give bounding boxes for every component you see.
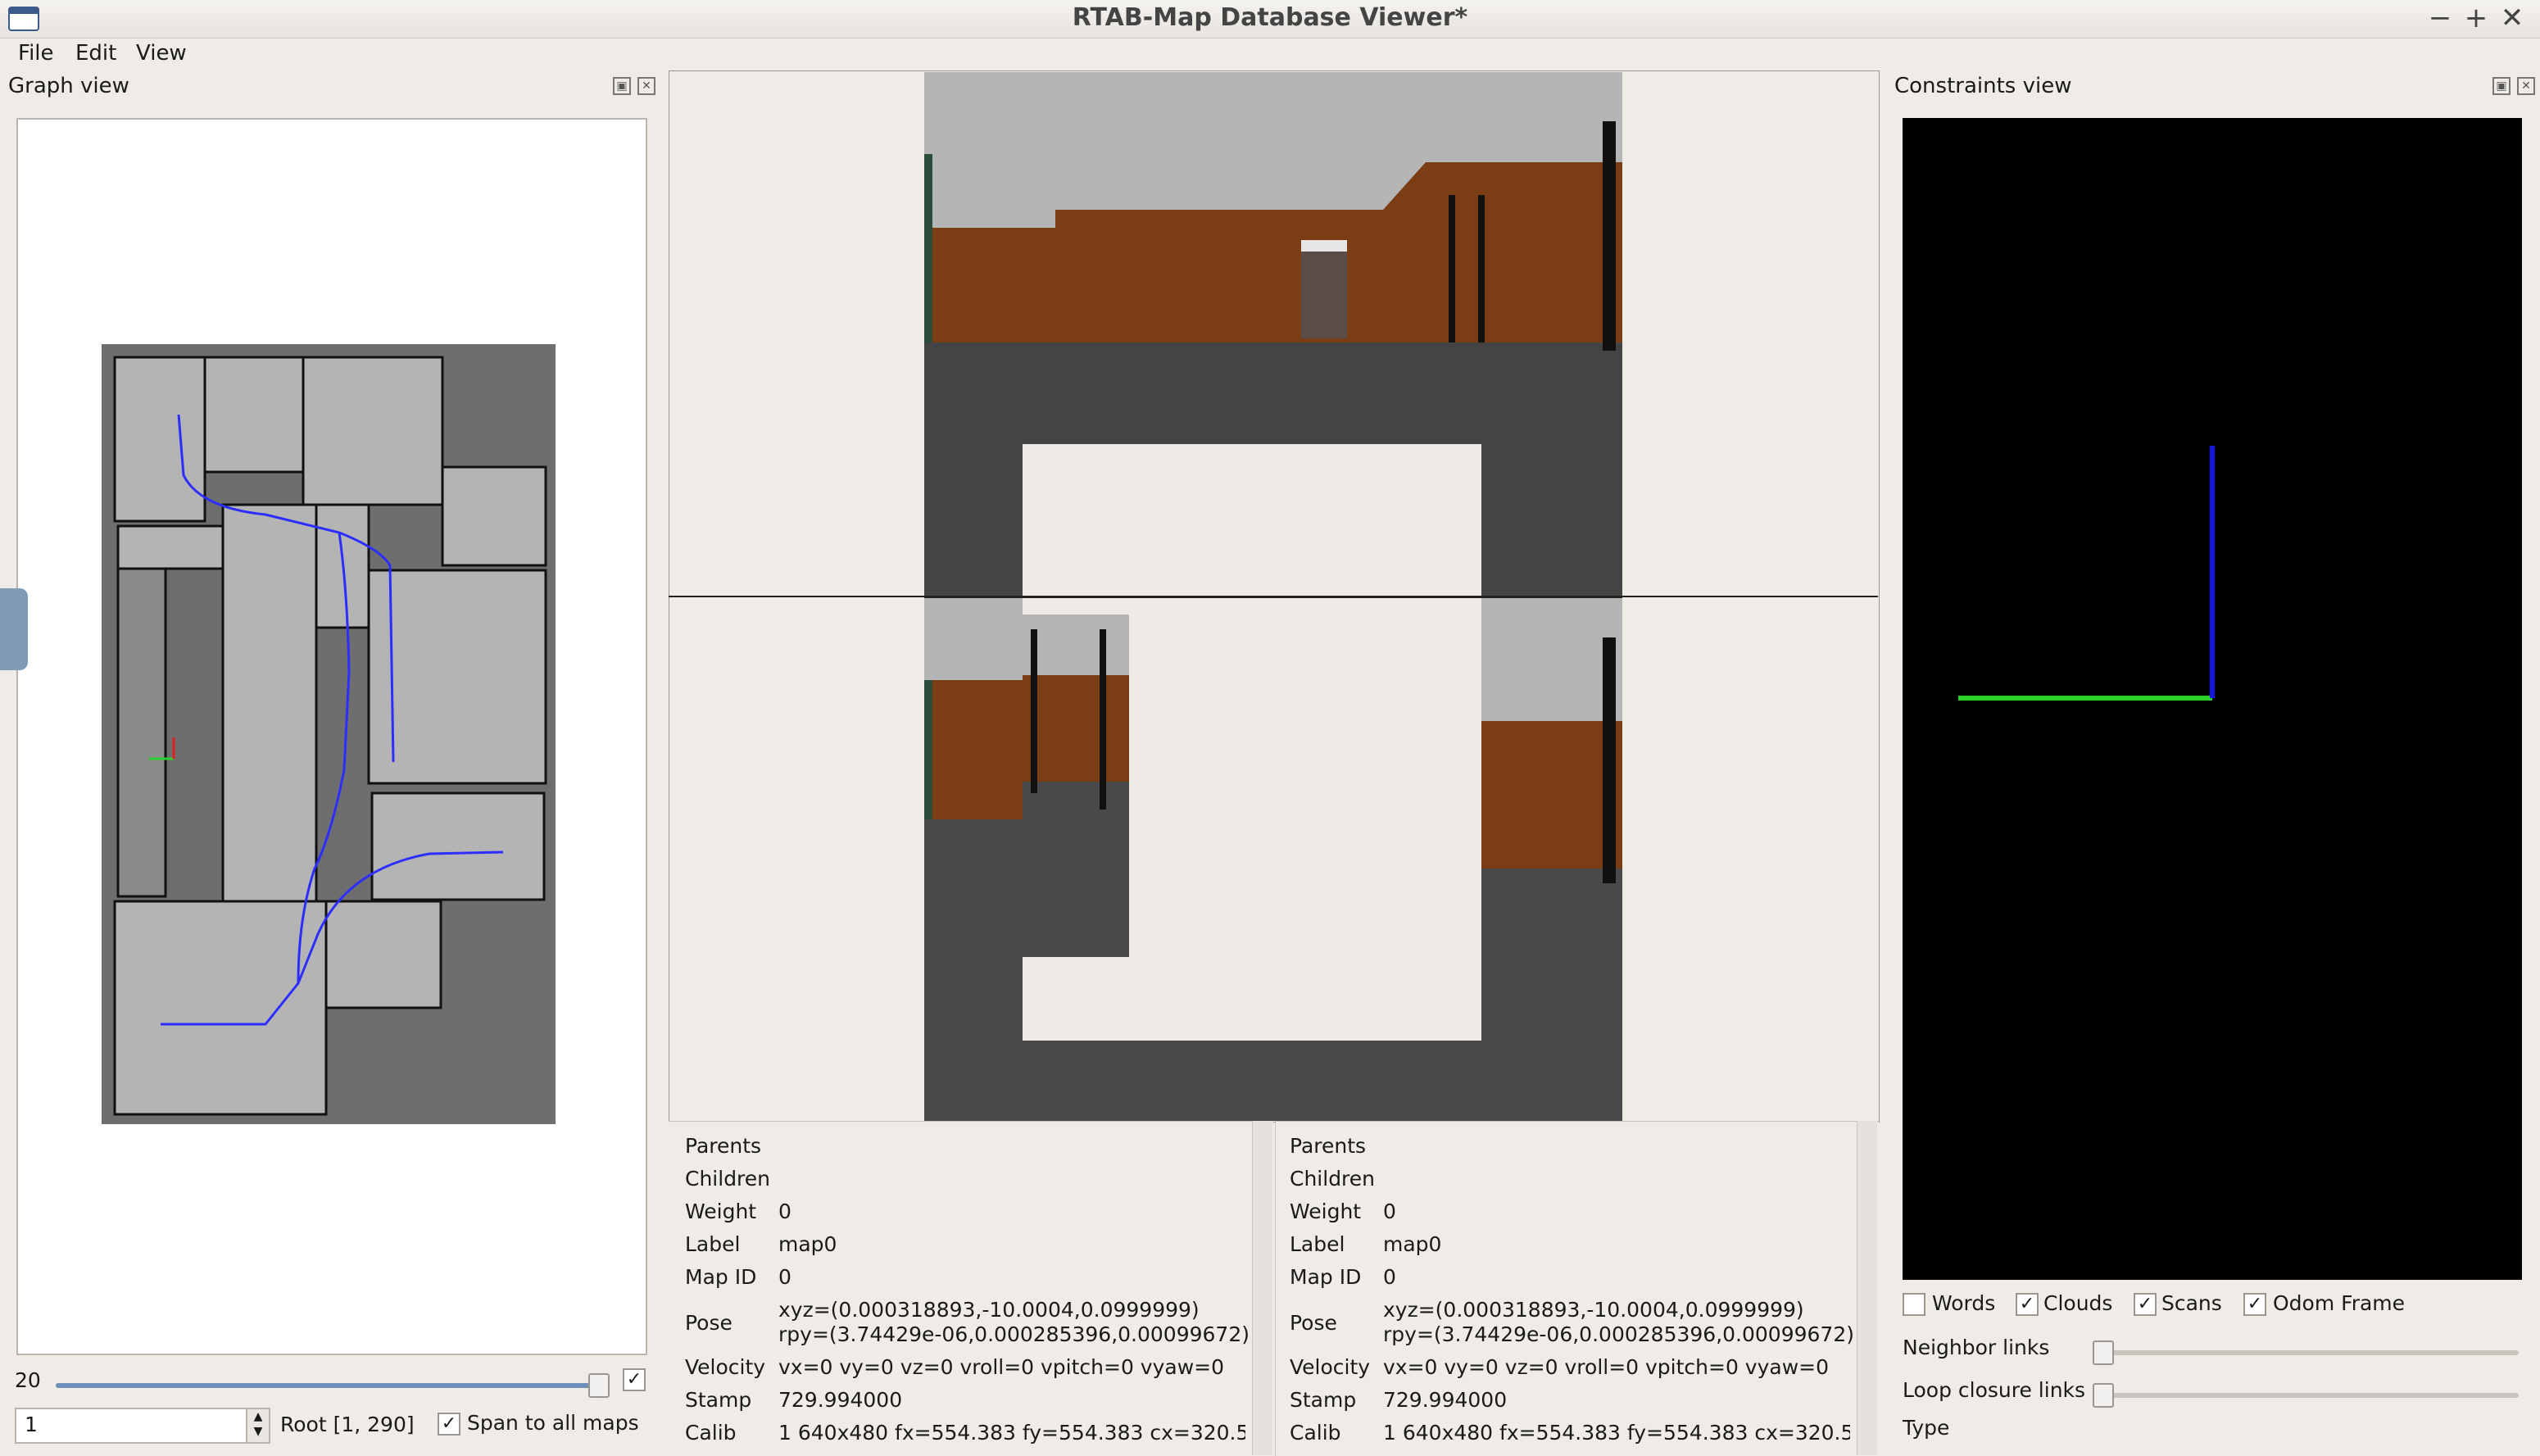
root-label: Root [1, 290]: [280, 1413, 415, 1436]
mapid-value: 0: [778, 1265, 791, 1289]
slider-value: 20: [15, 1368, 41, 1392]
velocity-value: vx=0 vy=0 vz=0 vroll=0 vpitch=0 vyaw=0: [1383, 1355, 1830, 1379]
weight-value: 0: [778, 1200, 791, 1223]
constraints-view-title: Constraints view: [1894, 74, 2072, 98]
menu-view[interactable]: View: [136, 41, 187, 66]
graph-slider-handle[interactable]: [588, 1373, 610, 1398]
calib-value: 1 640x480 fx=554.383 fy=554.383 cx=320.5…: [1383, 1421, 1850, 1445]
spin-arrows-icon[interactable]: ▲ ▼: [246, 1408, 270, 1444]
mapid-value: 0: [1383, 1265, 1396, 1289]
pose-xyz: xyz=(0.000318893,-10.0004,0.0999999): [1383, 1298, 1804, 1322]
constraints-view[interactable]: [1903, 118, 2522, 1280]
label-label: Label: [1290, 1232, 1345, 1256]
info-left-scrollbar[interactable]: [1252, 1121, 1272, 1455]
scans-checkbox[interactable]: ✓: [2134, 1293, 2157, 1316]
clouds-checkbox[interactable]: ✓: [2016, 1293, 2039, 1316]
odom-frame-label: Odom Frame: [2273, 1291, 2406, 1315]
occupancy-map: [102, 344, 556, 1124]
calib-value: 1 640x480 fx=554.383 fy=554.383 cx=320.5…: [778, 1421, 1245, 1445]
graph-view-title: Graph view: [8, 74, 129, 98]
label-value: map0: [778, 1232, 837, 1256]
type-label: Type: [1903, 1416, 1950, 1440]
calib-label: Calib: [1290, 1421, 1341, 1445]
loop-closure-links-label: Loop closure links: [1903, 1378, 2086, 1402]
pose-label: Pose: [685, 1311, 733, 1335]
weight-label: Weight: [1290, 1200, 1362, 1223]
odom-frame-checkbox[interactable]: ✓: [2243, 1293, 2266, 1316]
minimize-icon[interactable]: −: [2424, 2, 2456, 34]
stamp-label: Stamp: [1290, 1388, 1357, 1412]
node-id-spinbox[interactable]: 1: [15, 1408, 256, 1444]
velocity-value: vx=0 vy=0 vz=0 vroll=0 vpitch=0 vyaw=0: [778, 1355, 1225, 1379]
pose-rpy: rpy=(3.74429e-06,0.000285396,0.00099672): [778, 1322, 1250, 1346]
node-id-value: 1: [25, 1413, 38, 1436]
span-checkbox[interactable]: ✓: [438, 1413, 460, 1436]
menu-bar: [0, 38, 2540, 70]
stamp-value: 729.994000: [1383, 1388, 1508, 1412]
calib-label: Calib: [685, 1421, 737, 1445]
graph-checkbox[interactable]: ✓: [623, 1368, 646, 1391]
label-value: map0: [1383, 1232, 1442, 1256]
maximize-icon[interactable]: +: [2460, 2, 2492, 34]
info-right-scrollbar[interactable]: [1857, 1121, 1877, 1455]
span-label: Span to all maps: [467, 1411, 639, 1435]
graph-slider[interactable]: [56, 1383, 596, 1388]
side-panel-handle[interactable]: [0, 588, 28, 670]
float-icon[interactable]: ▣: [613, 77, 631, 95]
scans-label: Scans: [2161, 1291, 2222, 1315]
velocity-label: Velocity: [685, 1355, 766, 1379]
menu-edit[interactable]: Edit: [75, 41, 116, 66]
clouds-label: Clouds: [2043, 1291, 2113, 1315]
children-label: Children: [685, 1167, 771, 1191]
label-label: Label: [685, 1232, 741, 1256]
loop-closure-links-slider[interactable]: [2098, 1393, 2519, 1398]
children-label: Children: [1290, 1167, 1376, 1191]
stamp-value: 729.994000: [778, 1388, 903, 1412]
view-divider: [669, 596, 1878, 597]
close-icon[interactable]: ✕: [2496, 2, 2529, 34]
weight-label: Weight: [685, 1200, 757, 1223]
parents-label: Parents: [685, 1134, 762, 1158]
close-dock-icon[interactable]: ✕: [2517, 77, 2535, 95]
window-title: RTAB-Map Database Viewer*: [1072, 3, 1468, 32]
pose-rpy: rpy=(3.74429e-06,0.000285396,0.00099672): [1383, 1322, 1854, 1346]
menu-file[interactable]: File: [18, 41, 54, 66]
pose-label: Pose: [1290, 1311, 1337, 1335]
mapid-label: Map ID: [685, 1265, 757, 1289]
neighbor-links-handle[interactable]: [2093, 1340, 2114, 1365]
velocity-label: Velocity: [1290, 1355, 1371, 1379]
float-icon[interactable]: ▣: [2492, 77, 2511, 95]
parents-label: Parents: [1290, 1134, 1367, 1158]
words-checkbox[interactable]: [1903, 1293, 1925, 1316]
pose-xyz: xyz=(0.000318893,-10.0004,0.0999999): [778, 1298, 1200, 1322]
stamp-label: Stamp: [685, 1388, 752, 1412]
loop-closure-links-handle[interactable]: [2093, 1383, 2114, 1408]
words-label: Words: [1932, 1291, 1996, 1315]
close-dock-icon[interactable]: ✕: [637, 77, 655, 95]
neighbor-links-slider[interactable]: [2098, 1350, 2519, 1355]
neighbor-links-label: Neighbor links: [1903, 1336, 2050, 1359]
weight-value: 0: [1383, 1200, 1396, 1223]
mapid-label: Map ID: [1290, 1265, 1362, 1289]
